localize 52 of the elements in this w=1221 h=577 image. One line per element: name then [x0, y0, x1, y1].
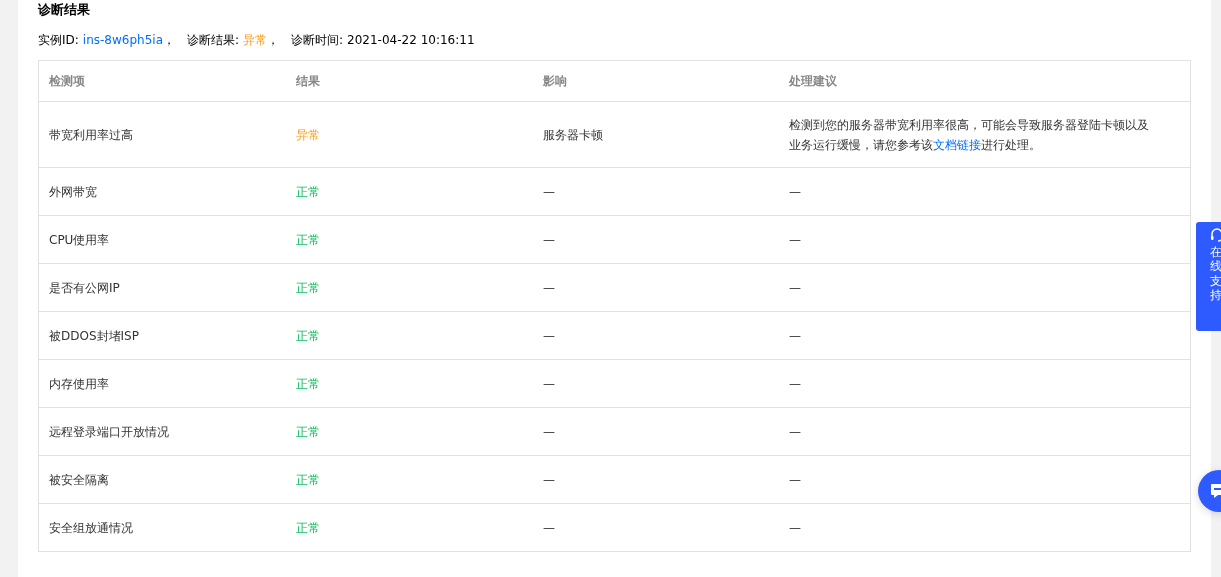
table-cell-text: — — [542, 375, 556, 393]
table-cell-text: — — [542, 519, 556, 537]
table-cell-text: 被DDOS封堵ISP — [48, 327, 140, 345]
summary-label: 诊断结果: — [187, 32, 240, 48]
headset-icon — [1210, 228, 1221, 242]
summary-value: 2021-04-22 10:16:11 — [347, 32, 475, 48]
advice-text: — — [788, 183, 802, 201]
advice-text: — — [788, 423, 802, 441]
advice-text: — — [788, 519, 802, 537]
column-header: 影响 — [542, 72, 568, 90]
status-text: 正常 — [295, 327, 321, 345]
advice-text: — — [788, 375, 802, 393]
column-header: 结果 — [295, 72, 321, 90]
table-cell-text: — — [542, 279, 556, 297]
summary-label: 诊断时间: — [291, 32, 344, 48]
table-cell-text: 带宽利用率过高 — [48, 126, 134, 144]
table-cell-text: — — [542, 471, 556, 489]
table-cell-text: 被安全隔离 — [48, 471, 110, 489]
table-cell-text: 服务器卡顿 — [542, 126, 604, 144]
column-header: 处理建议 — [788, 72, 838, 90]
table-cell-text: 外网带宽 — [48, 183, 98, 201]
separator-text: ， — [163, 32, 175, 48]
table-cell-text: 是否有公网IP — [48, 279, 121, 297]
table-cell-text: 远程登录端口开放情况 — [48, 423, 170, 441]
separator-text: ， — [267, 32, 280, 48]
advice-text: — — [788, 471, 802, 489]
table-cell-text: CPU使用率 — [48, 231, 111, 249]
advice-text: — — [788, 327, 802, 345]
table-cell-text: — — [542, 423, 556, 441]
status-text: 正常 — [295, 279, 321, 297]
support-button[interactable]: 在线支持 — [1196, 222, 1221, 331]
column-header: 检测项 — [48, 72, 86, 90]
status-text: 正常 — [295, 375, 321, 393]
status-text: 正常 — [295, 423, 321, 441]
table-cell-text: 安全组放通情况 — [48, 519, 134, 537]
status-text: 异常 — [295, 126, 321, 144]
status-text: 异常 — [243, 32, 268, 48]
status-text: 正常 — [295, 519, 321, 537]
section-title: 诊断结果 — [38, 1, 91, 19]
status-text: 正常 — [295, 471, 321, 489]
advice-text: — — [788, 279, 802, 297]
advice-text: 检测到您的服务器带宽利用率很高，可能会导致服务器登陆卡顿以及业务运行缓慢，请您参考该文档链接进行处理。 — [788, 116, 1150, 154]
advice-text: — — [788, 231, 802, 249]
table-cell-text: — — [542, 183, 556, 201]
table-cell-text: — — [542, 327, 556, 345]
status-text: 正常 — [295, 183, 321, 201]
summary-label: 实例ID: — [38, 32, 79, 48]
doc-link[interactable]: 文档链接 — [933, 137, 981, 152]
status-text: 正常 — [295, 231, 321, 249]
table-cell-text: 内存使用率 — [48, 375, 110, 393]
table-cell-text: — — [542, 231, 556, 249]
instance-link[interactable]: ins-8w6ph5ia — [82, 32, 163, 48]
